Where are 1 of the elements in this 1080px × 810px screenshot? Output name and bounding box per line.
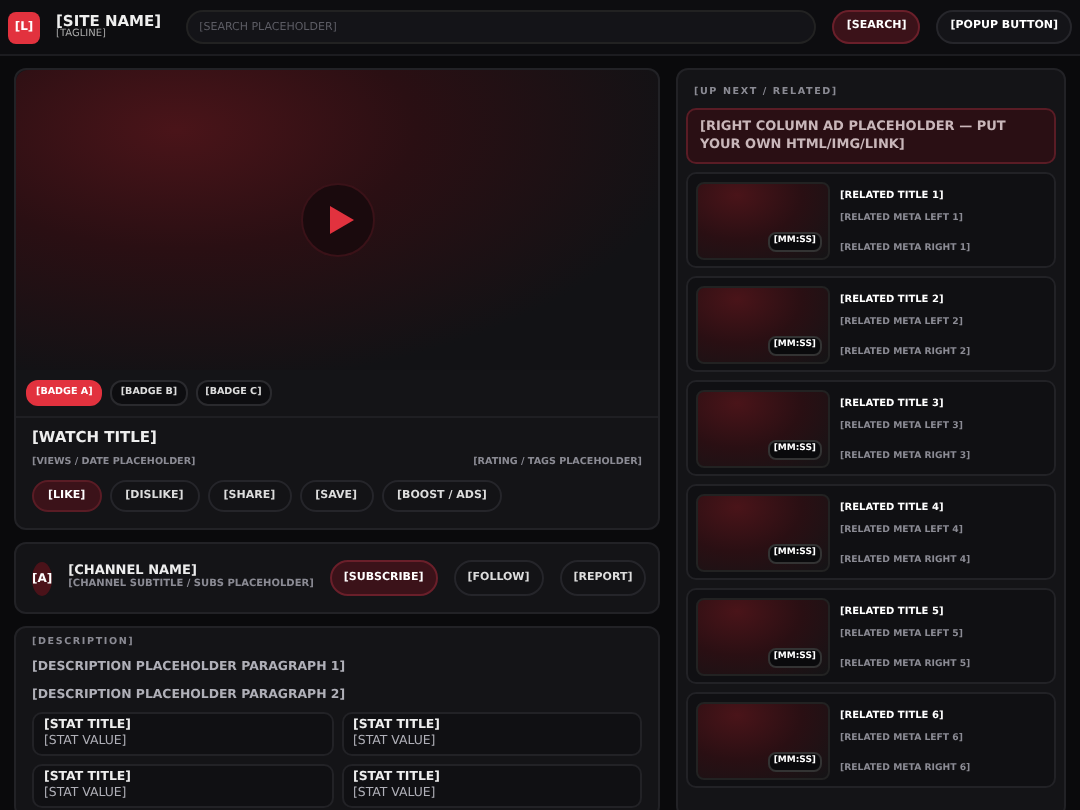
play-button[interactable] xyxy=(299,182,375,258)
